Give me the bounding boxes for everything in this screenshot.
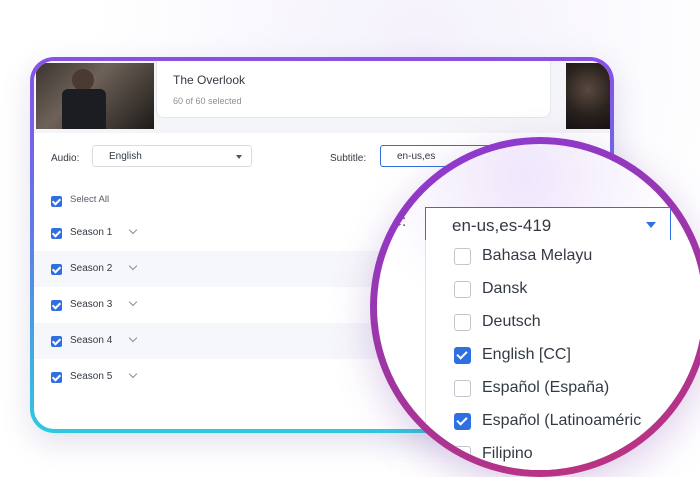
select-all-checkbox[interactable] xyxy=(51,196,62,207)
chevron-down-icon[interactable] xyxy=(128,369,138,379)
subtitle-option-label: Bahasa Melayu xyxy=(482,247,593,264)
subtitle-option-label: Deutsch xyxy=(482,313,541,330)
audio-select[interactable]: English xyxy=(92,145,252,167)
movie-poster-thumbnail xyxy=(36,63,154,129)
subtitle-select-value: en-us,es-419 xyxy=(452,216,552,235)
magnifier-lens: e: en-us,es-419 Bahasa Melayu Dansk Deut… xyxy=(370,137,700,477)
chevron-down-icon[interactable] xyxy=(128,333,138,343)
subtitle-language-list: Bahasa Melayu Dansk Deutsch English [CC]… xyxy=(425,240,700,470)
subtitle-option-checkbox[interactable] xyxy=(454,446,471,463)
subtitle-option[interactable]: Español (España) xyxy=(426,372,700,405)
audio-select-value: English xyxy=(109,151,142,162)
select-all-label: Select All xyxy=(70,194,110,205)
season-label: Season 1 xyxy=(70,227,113,238)
season-checkbox[interactable] xyxy=(51,264,62,275)
subtitle-option-checkbox[interactable] xyxy=(454,413,471,430)
magnified-subtitle-dropdown: e: en-us,es-419 Bahasa Melayu Dansk Deut… xyxy=(377,144,700,470)
subtitle-option-label: Español (España) xyxy=(482,379,610,396)
chevron-down-icon[interactable] xyxy=(128,261,138,271)
subtitle-option-checkbox[interactable] xyxy=(454,248,471,265)
chevron-down-icon[interactable] xyxy=(128,225,138,235)
selected-count: 60 of 60 selected xyxy=(173,96,242,106)
subtitle-option-checkbox[interactable] xyxy=(454,314,471,331)
audio-label: Audio: xyxy=(51,153,80,164)
subtitle-label: Subtitle: xyxy=(330,153,367,164)
subtitle-option-label: Dansk xyxy=(482,280,528,297)
subtitle-option[interactable]: English [CC] xyxy=(426,339,700,372)
season-checkbox[interactable] xyxy=(51,300,62,311)
season-label: Season 3 xyxy=(70,299,113,310)
next-movie-poster-thumbnail[interactable] xyxy=(566,63,610,129)
subtitle-select-value: en-us,es xyxy=(397,151,436,162)
subtitle-option-label: Español (Latinoaméric xyxy=(482,412,642,429)
season-checkbox[interactable] xyxy=(51,336,62,347)
season-checkbox[interactable] xyxy=(51,228,62,239)
subtitle-label-fragment: e: xyxy=(393,213,407,230)
subtitle-select-zoomed[interactable]: en-us,es-419 xyxy=(425,207,671,241)
movie-title: The Overlook xyxy=(173,73,246,87)
season-label: Season 5 xyxy=(70,371,113,382)
subtitle-option-checkbox[interactable] xyxy=(454,347,471,364)
subtitle-option-label: English [CC] xyxy=(482,346,571,363)
subtitle-option[interactable]: Español (Latinoaméric xyxy=(426,405,700,438)
chevron-down-icon xyxy=(236,155,242,159)
movie-info-box: The Overlook 60 of 60 selected xyxy=(156,61,551,118)
chevron-down-icon xyxy=(646,222,656,228)
subtitle-option[interactable]: Filipino xyxy=(426,438,700,470)
chevron-down-icon[interactable] xyxy=(128,297,138,307)
season-label: Season 2 xyxy=(70,263,113,274)
movie-header: The Overlook 60 of 60 selected xyxy=(34,61,610,133)
subtitle-option-label: Filipino xyxy=(482,445,533,462)
season-checkbox[interactable] xyxy=(51,372,62,383)
subtitle-option-checkbox[interactable] xyxy=(454,380,471,397)
season-label: Season 4 xyxy=(70,335,113,346)
subtitle-option[interactable]: Dansk xyxy=(426,273,700,306)
subtitle-option-checkbox[interactable] xyxy=(454,281,471,298)
subtitle-option[interactable]: Deutsch xyxy=(426,306,700,339)
subtitle-option[interactable]: Bahasa Melayu xyxy=(426,240,700,273)
